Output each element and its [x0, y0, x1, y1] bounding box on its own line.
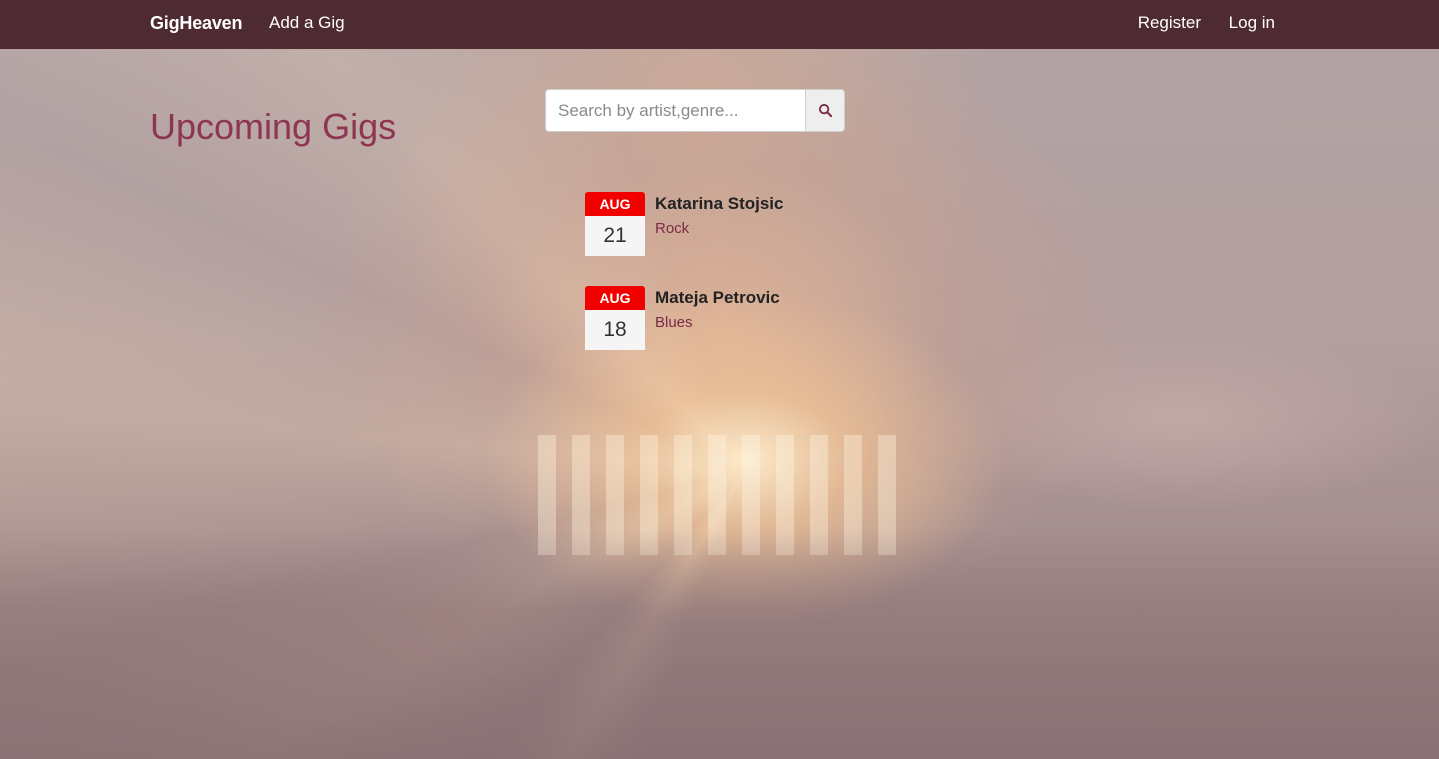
gig-artist: Mateja Petrovic [655, 288, 780, 307]
search-form [545, 89, 845, 132]
navbar-container: GigHeaven Add a Gig Register Log in [150, 0, 1275, 49]
gig-month: AUG [585, 192, 645, 216]
login-link[interactable]: Log in [1229, 13, 1275, 33]
gig-date-calendar: AUG 21 [585, 192, 645, 256]
crowd-silhouette [0, 529, 1439, 759]
gig-date-calendar: AUG 18 [585, 286, 645, 350]
register-link[interactable]: Register [1138, 13, 1201, 33]
add-gig-link[interactable]: Add a Gig [269, 13, 345, 33]
gig-day: 18 [585, 310, 645, 350]
gig-day: 21 [585, 216, 645, 256]
gig-list-item[interactable]: AUG 18 Mateja Petrovic Blues [585, 286, 885, 350]
navbar: GigHeaven Add a Gig Register Log in [0, 0, 1439, 49]
search-icon [818, 103, 832, 118]
search-button[interactable] [805, 89, 845, 132]
gig-artist: Katarina Stojsic [655, 194, 784, 213]
gig-genre: Blues [655, 314, 693, 331]
brand-link[interactable]: GigHeaven [150, 13, 242, 34]
gig-genre: Rock [655, 220, 690, 237]
gig-list-item[interactable]: AUG 21 Katarina Stojsic Rock [585, 192, 885, 256]
search-input[interactable] [545, 89, 806, 132]
page-title: Upcoming Gigs [150, 106, 397, 147]
gig-month: AUG [585, 286, 645, 310]
